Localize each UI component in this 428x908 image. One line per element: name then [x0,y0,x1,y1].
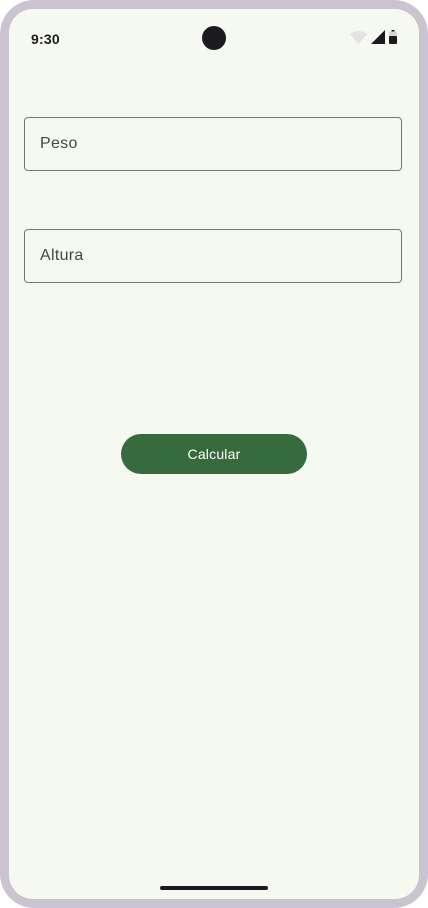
calcular-button[interactable]: Calcular [121,434,307,474]
peso-placeholder: Peso [40,135,78,152]
home-indicator[interactable] [160,886,268,890]
app-screen: 9:30 Peso Altura Calcular [9,9,419,899]
status-time: 9:30 [31,31,60,47]
altura-placeholder: Altura [40,247,84,264]
camera-cutout [202,26,226,50]
altura-input[interactable]: Altura [24,229,402,283]
wifi-icon [350,31,367,49]
peso-input[interactable]: Peso [24,117,402,171]
status-icons [350,30,397,49]
battery-icon [389,30,397,49]
signal-icon [371,30,385,49]
status-bar: 9:30 [9,9,419,55]
device-frame: 9:30 Peso Altura Calcular [0,0,428,908]
calcular-button-label: Calcular [187,446,241,462]
